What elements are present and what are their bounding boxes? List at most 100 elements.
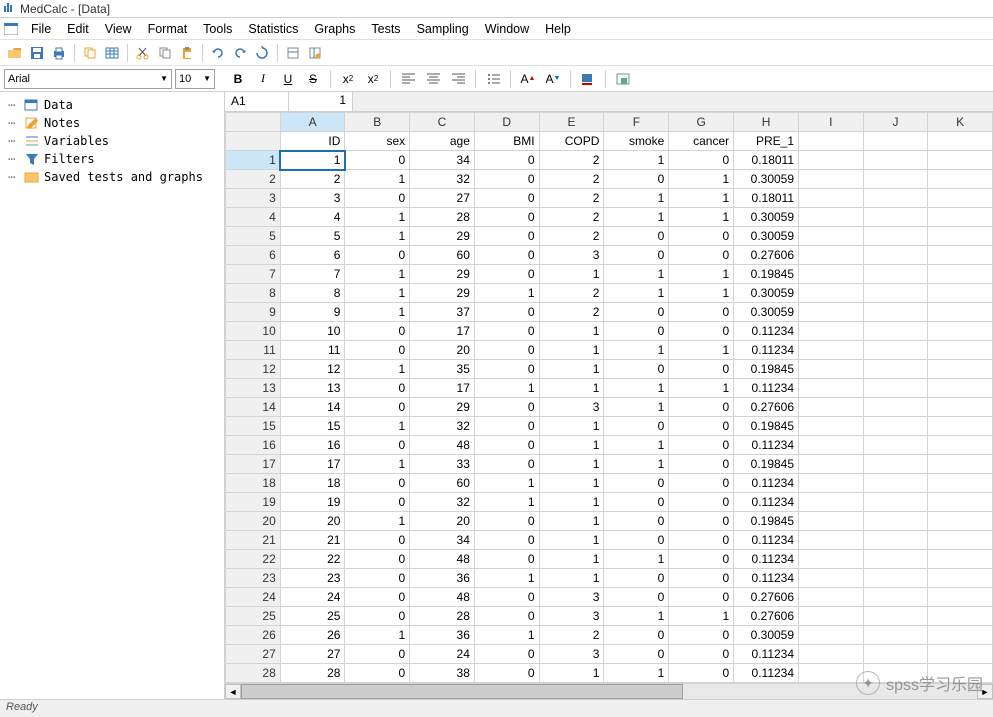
cell[interactable] — [863, 341, 928, 360]
cell[interactable]: 1 — [345, 417, 410, 436]
sidebar-item-variables[interactable]: ⋯Variables — [0, 132, 224, 150]
cell[interactable]: 0 — [604, 512, 669, 531]
save-icon[interactable] — [26, 42, 48, 64]
cell[interactable] — [863, 151, 928, 170]
cell[interactable]: 1 — [345, 208, 410, 227]
row-header[interactable]: 6 — [226, 246, 281, 265]
cell[interactable]: 1 — [669, 284, 734, 303]
sheet2-icon[interactable] — [304, 42, 326, 64]
col-header-C[interactable]: C — [410, 113, 475, 132]
cell[interactable] — [799, 550, 864, 569]
cell[interactable] — [928, 550, 993, 569]
cell[interactable]: 0.11234 — [734, 531, 799, 550]
cell[interactable]: 0 — [604, 531, 669, 550]
cell[interactable] — [863, 531, 928, 550]
cell[interactable]: 3 — [280, 189, 345, 208]
cell[interactable] — [928, 398, 993, 417]
cell[interactable]: 9 — [280, 303, 345, 322]
cell[interactable] — [928, 607, 993, 626]
open-icon[interactable] — [4, 42, 26, 64]
cell[interactable]: 1 — [280, 151, 345, 170]
cell[interactable]: 0 — [345, 436, 410, 455]
cell[interactable] — [799, 626, 864, 645]
cell[interactable] — [799, 246, 864, 265]
cell[interactable]: 1 — [345, 512, 410, 531]
cell[interactable] — [863, 626, 928, 645]
cell[interactable]: 29 — [410, 284, 475, 303]
cell[interactable]: 0.19845 — [734, 417, 799, 436]
grid-icon[interactable] — [101, 42, 123, 64]
header-cell[interactable]: sex — [345, 132, 410, 151]
cell[interactable]: 6 — [280, 246, 345, 265]
header-cell[interactable] — [928, 132, 993, 151]
cell[interactable] — [799, 208, 864, 227]
cell[interactable]: 0 — [604, 569, 669, 588]
cell[interactable] — [928, 208, 993, 227]
menu-sampling[interactable]: Sampling — [409, 20, 477, 38]
cell[interactable] — [863, 189, 928, 208]
cell[interactable] — [799, 531, 864, 550]
cell[interactable]: 0 — [474, 322, 539, 341]
cell[interactable]: 1 — [604, 341, 669, 360]
row-header[interactable]: 13 — [226, 379, 281, 398]
cell[interactable] — [928, 360, 993, 379]
cell[interactable]: 0 — [669, 512, 734, 531]
cell[interactable] — [928, 170, 993, 189]
cell[interactable]: 0 — [345, 664, 410, 683]
cell[interactable] — [799, 170, 864, 189]
cell[interactable] — [928, 284, 993, 303]
cell[interactable]: 1 — [669, 379, 734, 398]
header-cell[interactable]: BMI — [474, 132, 539, 151]
row-header[interactable]: 2 — [226, 170, 281, 189]
cell[interactable]: 0 — [345, 246, 410, 265]
col-header-B[interactable]: B — [345, 113, 410, 132]
cell[interactable]: 0.11234 — [734, 474, 799, 493]
cell[interactable]: 0.30059 — [734, 227, 799, 246]
cell[interactable] — [799, 151, 864, 170]
cell[interactable] — [799, 322, 864, 341]
cell[interactable]: 24 — [410, 645, 475, 664]
cell[interactable] — [799, 227, 864, 246]
cell[interactable] — [799, 512, 864, 531]
cell[interactable] — [863, 664, 928, 683]
cell[interactable]: 0.11234 — [734, 379, 799, 398]
row-header[interactable]: 20 — [226, 512, 281, 531]
cell[interactable] — [863, 265, 928, 284]
cell[interactable]: 2 — [539, 303, 604, 322]
grid[interactable]: ABCDEFGHIJKIDsexageBMICOPDsmokecancerPRE… — [225, 112, 993, 683]
cell[interactable]: 0.11234 — [734, 436, 799, 455]
sidebar-item-saved-tests-and-graphs[interactable]: ⋯Saved tests and graphs — [0, 168, 224, 186]
cell[interactable]: 0.27606 — [734, 588, 799, 607]
cell[interactable]: 1 — [539, 379, 604, 398]
cell[interactable]: 2 — [539, 284, 604, 303]
cell[interactable]: 0 — [474, 303, 539, 322]
cell[interactable]: 0 — [474, 455, 539, 474]
cell[interactable]: 48 — [410, 436, 475, 455]
row-header[interactable]: 21 — [226, 531, 281, 550]
cell[interactable]: 1 — [669, 189, 734, 208]
cell[interactable]: 0.11234 — [734, 645, 799, 664]
cell[interactable]: 2 — [539, 170, 604, 189]
cell[interactable]: 0 — [345, 588, 410, 607]
cell[interactable] — [863, 550, 928, 569]
cell[interactable] — [928, 436, 993, 455]
cell[interactable]: 0 — [669, 227, 734, 246]
cell[interactable]: 0.19845 — [734, 512, 799, 531]
cell[interactable]: 1 — [345, 455, 410, 474]
scroll-left-button[interactable]: ◄ — [225, 684, 241, 699]
row-header[interactable]: 23 — [226, 569, 281, 588]
sidebar-item-notes[interactable]: ⋯Notes — [0, 114, 224, 132]
cell[interactable]: 0 — [669, 664, 734, 683]
cell[interactable]: 0 — [474, 436, 539, 455]
cell[interactable]: 3 — [539, 398, 604, 417]
cell[interactable]: 1 — [345, 360, 410, 379]
cell[interactable]: 0 — [345, 550, 410, 569]
cell[interactable]: 12 — [280, 360, 345, 379]
row-header[interactable]: 22 — [226, 550, 281, 569]
row-header[interactable]: 8 — [226, 284, 281, 303]
cell[interactable]: 0 — [669, 322, 734, 341]
cell[interactable] — [799, 379, 864, 398]
cell[interactable] — [799, 474, 864, 493]
col-header-A[interactable]: A — [280, 113, 345, 132]
cell[interactable] — [928, 569, 993, 588]
